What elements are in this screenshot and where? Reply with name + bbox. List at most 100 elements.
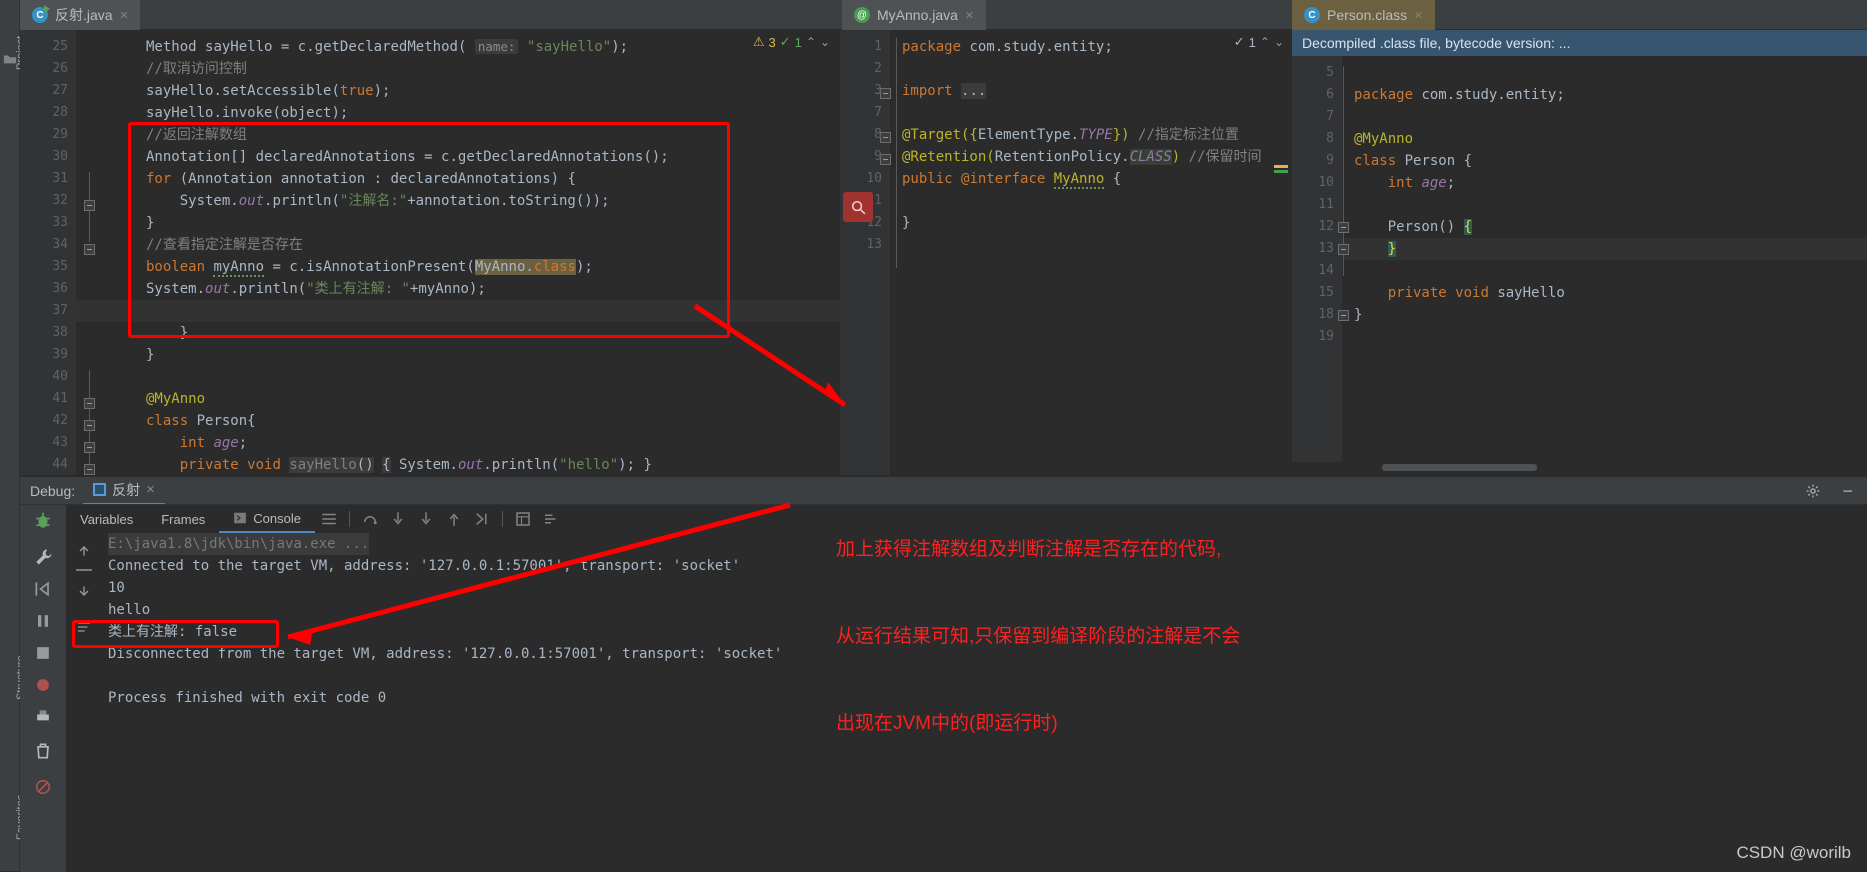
tab-console[interactable]: Console [219, 505, 315, 533]
debug-session-tab[interactable]: 反射 × [83, 477, 165, 505]
code-line[interactable]: @MyAnno [1292, 128, 1867, 150]
editor-person-class[interactable]: 5 6 package com.study.entity; 7 8 @MyAnno 9 cla… [1292, 56, 1867, 462]
step-out-icon[interactable] [445, 510, 463, 528]
code-line-text: } [146, 347, 155, 363]
code-line[interactable]: Person() { [1292, 216, 1867, 238]
code-line[interactable]: @Target({ElementType.TYPE}) //指定标注位置 [840, 124, 1292, 146]
code-line[interactable]: private void sayHello [1292, 282, 1867, 304]
view-breakpoints-icon[interactable] [33, 675, 53, 695]
code-line[interactable]: //取消访问控制 [20, 58, 840, 80]
code-line[interactable] [840, 102, 1292, 124]
search-icon [851, 200, 865, 214]
code-line[interactable]: } [840, 212, 1292, 234]
close-icon[interactable]: × [146, 481, 155, 498]
code-line[interactable]: } [20, 212, 840, 234]
chevron-up-icon[interactable]: ⌃ [806, 35, 816, 49]
code-line[interactable]: package com.study.entity; [1292, 84, 1867, 106]
code-line[interactable]: } [20, 344, 840, 366]
step-over-icon[interactable] [361, 510, 379, 528]
code-line[interactable]: } [1292, 238, 1867, 260]
code-line[interactable] [1292, 62, 1867, 84]
inspection-widget[interactable]: ✓ 1 ⌃ ⌄ [1234, 34, 1284, 50]
code-line-text: public @interface MyAnno { [902, 171, 1122, 189]
code-line[interactable] [1292, 106, 1867, 128]
folder-icon[interactable] [3, 52, 17, 66]
code-line[interactable]: System.out.println("类上有注解: "+myAnno); [20, 278, 840, 300]
chevron-down-icon[interactable]: ⌄ [1274, 35, 1284, 49]
print-icon[interactable] [33, 707, 53, 727]
gear-icon[interactable] [1805, 483, 1821, 499]
code-line[interactable]: class Person{ [20, 410, 840, 432]
delete-icon[interactable] [33, 741, 53, 761]
resume-program-icon[interactable] [33, 579, 53, 599]
editor-myanno-java[interactable]: 1 package com.study.entity; 2 3 import ... 7 8… [840, 30, 1292, 475]
code-line[interactable]: //查看指定注解是否存在 [20, 234, 840, 256]
mute-breakpoints-icon[interactable] [33, 777, 53, 797]
code-line[interactable]: boolean myAnno = c.isAnnotationPresent(M… [20, 256, 840, 278]
code-line[interactable]: //返回注解数组 [20, 124, 840, 146]
force-step-into-icon[interactable] [417, 510, 435, 528]
code-line-text: class Person { [1354, 153, 1473, 169]
tab-fanshe-java[interactable]: 反射.java × [20, 0, 141, 30]
code-line[interactable] [840, 190, 1292, 212]
code-line[interactable]: for (Annotation annotation : declaredAnn… [20, 168, 840, 190]
step-into-icon[interactable] [389, 510, 407, 528]
code-line[interactable]: int age; [1292, 172, 1867, 194]
tab-person-class[interactable]: Person.class × [1292, 0, 1435, 30]
code-line[interactable]: class Person { [1292, 150, 1867, 172]
code-line[interactable] [840, 58, 1292, 80]
code-line[interactable]: System.out.println("注解名:"+annotation.toS… [20, 190, 840, 212]
code-line[interactable]: sayHello.invoke(object); [20, 102, 840, 124]
scroll-up-icon[interactable] [76, 543, 92, 559]
code-line[interactable]: } [1292, 304, 1867, 326]
close-icon[interactable]: × [120, 8, 129, 23]
code-line-text: //查看指定注解是否存在 [146, 237, 303, 253]
code-line[interactable]: sayHello.setAccessible(true); [20, 80, 840, 102]
search-icon-badge[interactable] [843, 192, 873, 222]
code-line-text: Method sayHello = c.getDeclaredMethod( n… [146, 39, 629, 55]
close-icon[interactable]: × [965, 8, 974, 23]
code-line[interactable]: Method sayHello = c.getDeclaredMethod( n… [20, 36, 840, 58]
tab-console-label: Console [253, 510, 301, 526]
code-line[interactable] [1292, 260, 1867, 282]
soft-wrap-icon[interactable] [320, 510, 338, 528]
ok-marker [1274, 170, 1288, 173]
code-line[interactable]: public @interface MyAnno { [840, 168, 1292, 190]
code-line[interactable]: import ... [840, 80, 1292, 102]
code-line-text: } [902, 215, 911, 231]
tab-myanno-java[interactable]: MyAnno.java × [842, 0, 986, 30]
tab-frames[interactable]: Frames [147, 505, 219, 533]
chevron-up-icon[interactable]: ⌃ [1260, 35, 1270, 49]
code-line[interactable]: private void sayHello() { System.out.pri… [20, 454, 840, 475]
soft-wrap-lines-icon[interactable] [76, 619, 92, 635]
code-line[interactable] [1292, 194, 1867, 216]
run-to-cursor-icon[interactable] [473, 510, 491, 528]
code-line[interactable] [1292, 326, 1867, 348]
pause-icon[interactable] [33, 611, 53, 631]
code-line[interactable]: int age; [20, 432, 840, 454]
code-line[interactable]: @Retention(RetentionPolicy.CLASS) //保留时间 [840, 146, 1292, 168]
code-line-text: } [1387, 241, 1397, 257]
settings-list-icon[interactable] [542, 510, 560, 528]
scrollbar-thumb[interactable] [1382, 464, 1537, 471]
wrench-icon[interactable] [33, 547, 53, 567]
code-line[interactable]: @MyAnno [20, 388, 840, 410]
inspection-widget[interactable]: ⚠ 3 ✓ 1 ⌃ ⌄ [753, 34, 830, 50]
code-line[interactable] [20, 366, 840, 388]
editor-tab-bar: 反射.java × MyAnno.java × Person.class × [20, 0, 1867, 30]
horizontal-scrollbar[interactable] [1292, 462, 1867, 472]
code-line[interactable]: package com.study.entity; [840, 36, 1292, 58]
close-icon[interactable]: × [1414, 8, 1423, 23]
evaluate-expression-icon[interactable] [514, 510, 532, 528]
code-line[interactable]: } [20, 322, 840, 344]
bug-icon[interactable] [33, 511, 53, 531]
chevron-down-icon[interactable]: ⌄ [820, 35, 830, 49]
scroll-down-icon[interactable] [76, 583, 92, 599]
editor-fanshe-java[interactable]: 25 Method sayHello = c.getDeclaredMethod(… [20, 30, 840, 475]
stop-icon[interactable] [33, 643, 53, 663]
code-line[interactable] [20, 300, 840, 322]
code-line[interactable]: Annotation[] declaredAnnotations = c.get… [20, 146, 840, 168]
code-line[interactable] [840, 234, 1292, 256]
tab-variables[interactable]: Variables [66, 505, 147, 533]
minimize-icon[interactable]: − [1842, 481, 1853, 502]
